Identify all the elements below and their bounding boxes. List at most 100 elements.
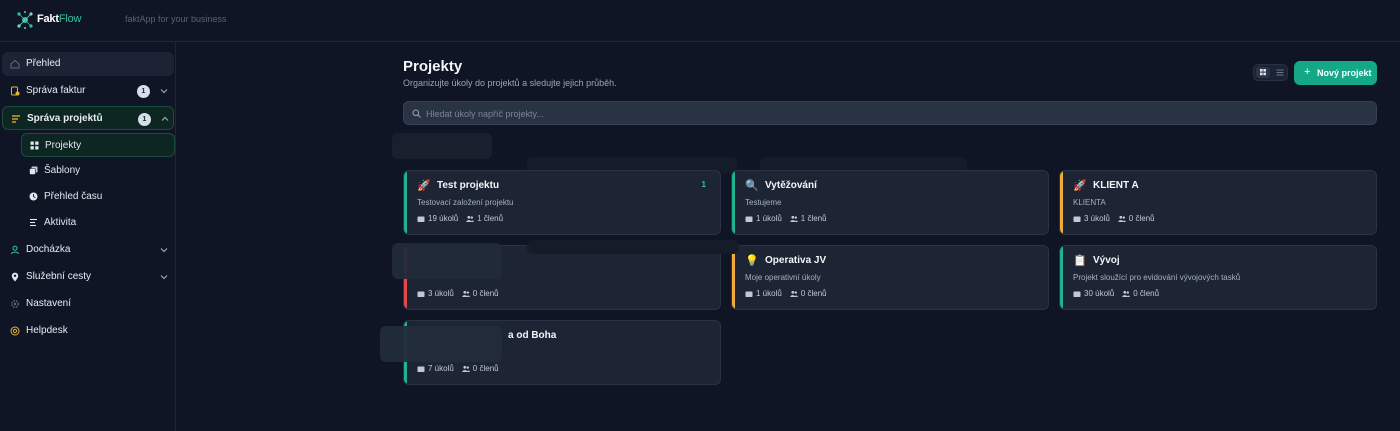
magnifier-icon: 🔍 <box>745 180 759 192</box>
count-badge: 1 <box>138 113 151 126</box>
users-icon <box>466 215 475 222</box>
users-icon <box>1122 290 1131 297</box>
page-title: Projekty <box>403 58 463 75</box>
brand-name[interactable]: FaktFlow <box>37 13 81 25</box>
card-accent-bar <box>1060 171 1063 234</box>
project-card-operativa-jv[interactable]: 💡 Operativa JV Moje operativní úkoly 1 ú… <box>731 245 1049 310</box>
project-name: Operativa JV <box>765 255 827 266</box>
project-card-vyvoj[interactable]: 📋 Vývoj Projekt sloužící pro evidování v… <box>1059 245 1377 310</box>
members-label: 0 členů <box>472 364 499 373</box>
sidebar: Přehled Správa faktur 1 Správa projektů … <box>0 42 176 431</box>
members-count: 0 členů <box>790 289 827 298</box>
sidebar-item-label: Správa faktur <box>26 85 86 96</box>
project-meta: 7 úkolů 0 členů <box>417 364 499 373</box>
sidebar-item-label: Správa projektů <box>27 113 103 124</box>
sidebar-item-sluzebni-cesty[interactable]: Služební cesty <box>2 265 174 289</box>
project-meta: 30 úkolů 0 členů <box>1073 289 1159 298</box>
project-meta: 3 úkolů 0 členů <box>417 289 499 298</box>
view-toggle <box>1253 64 1288 81</box>
chevron-down-icon[interactable] <box>160 246 168 254</box>
sidebar-subitem-projekty[interactable]: Projekty <box>21 133 175 157</box>
tasks-label: 19 úkolů <box>428 214 459 223</box>
tasks-count: 3 úkolů <box>417 289 454 298</box>
project-description: Projekt sloužící pro evidování vývojovýc… <box>1073 273 1241 282</box>
folder-icon <box>1073 291 1081 297</box>
home-icon <box>10 59 20 69</box>
project-name: a od Boha <box>508 330 557 341</box>
sidebar-subitem-label: Aktivita <box>44 217 77 228</box>
search-input[interactable] <box>426 106 1326 121</box>
sidebar-subitem-label: Šablony <box>44 165 81 176</box>
members-label: 1 členů <box>800 214 827 223</box>
sidebar-item-helpdesk[interactable]: Helpdesk <box>2 319 174 343</box>
tasks-label: 30 úkolů <box>1084 289 1115 298</box>
tasks-count: 1 úkolů <box>745 289 782 298</box>
members-label: 0 členů <box>1133 289 1160 298</box>
invoice-icon <box>11 86 20 96</box>
members-count: 1 členů <box>466 214 503 223</box>
sidebar-item-label: Docházka <box>26 244 71 255</box>
sidebar-item-sprava-projektu[interactable]: Správa projektů 1 <box>2 106 174 130</box>
rocket-icon: 🚀 <box>417 180 431 192</box>
sidebar-item-label: Nastavení <box>26 298 72 309</box>
sidebar-subitem-aktivita[interactable]: Aktivita <box>21 211 175 235</box>
redacted-area <box>380 326 502 362</box>
page-subtitle: Organizujte úkoly do projektů a sledujte… <box>403 78 617 88</box>
chevron-up-icon[interactable] <box>161 115 169 123</box>
project-card-klient-a[interactable]: 🚀 KLIENT A KLIENTA 3 úkolů 0 členů <box>1059 170 1377 235</box>
tasks-count: 19 úkolů <box>417 214 458 223</box>
project-description: Moje operativní úkoly <box>745 273 821 282</box>
folder-icon <box>745 216 753 222</box>
map-pin-icon <box>11 272 19 282</box>
project-card-vytezovani[interactable]: 🔍 Vytěžování Testujeme 1 úkolů 1 členů <box>731 170 1049 235</box>
faktflow-logo-icon <box>17 10 33 30</box>
card-accent-bar <box>404 171 407 234</box>
members-count: 0 členů <box>462 289 499 298</box>
new-project-label: Nový projekt <box>1317 68 1372 78</box>
folder-icon <box>1073 216 1081 222</box>
sidebar-item-nastaveni[interactable]: Nastavení <box>2 292 174 316</box>
sidebar-subitem-prehled-casu[interactable]: Přehled času <box>21 185 175 209</box>
tasks-count: 1 úkolů <box>745 214 782 223</box>
search-bar <box>403 101 1377 125</box>
brand-part-fakt: Fakt <box>37 13 59 25</box>
project-meta: 1 úkolů 0 členů <box>745 289 827 298</box>
sidebar-item-sprava-faktur[interactable]: Správa faktur 1 <box>2 79 174 103</box>
tasks-count: 3 úkolů <box>1073 214 1110 223</box>
templates-icon <box>29 166 38 175</box>
folder-icon <box>745 291 753 297</box>
members-label: 1 členů <box>477 214 504 223</box>
clock-icon <box>29 192 38 201</box>
tasks-label: 3 úkolů <box>1084 214 1110 223</box>
project-card-test-projektu[interactable]: 🚀 Test projektu 1 Testovací založení pro… <box>403 170 721 235</box>
chevron-down-icon[interactable] <box>160 273 168 281</box>
project-name: Vytěžování <box>765 180 817 191</box>
project-description: Testujeme <box>745 198 782 207</box>
grid-icon <box>1260 69 1266 76</box>
members-count: 0 členů <box>1122 289 1159 298</box>
tagline: faktApp for your business <box>125 14 227 24</box>
members-label: 0 členů <box>1128 214 1155 223</box>
sidebar-subitem-label: Přehled času <box>44 191 103 202</box>
project-description: KLIENTA <box>1073 198 1106 207</box>
card-accent-bar <box>732 246 735 309</box>
sidebar-item-prehled[interactable]: Přehled <box>2 52 174 76</box>
grid-view-button[interactable] <box>1256 67 1270 78</box>
users-icon <box>1118 215 1126 222</box>
sidebar-item-dochazka[interactable]: Docházka <box>2 238 174 262</box>
list-view-button[interactable] <box>1273 67 1287 78</box>
redacted-area <box>392 243 502 279</box>
members-count: 0 členů <box>1118 214 1155 223</box>
users-icon <box>462 290 470 297</box>
count-badge: 1 <box>137 85 150 98</box>
members-count: 1 členů <box>790 214 827 223</box>
clipboard-icon: 📋 <box>1073 255 1087 267</box>
chevron-down-icon[interactable] <box>160 87 168 95</box>
users-icon <box>462 365 470 372</box>
sidebar-subitem-sablony[interactable]: Šablony <box>21 159 175 183</box>
folder-icon <box>417 291 425 297</box>
gear-icon <box>11 300 19 308</box>
project-name: KLIENT A <box>1093 180 1139 191</box>
project-meta: 3 úkolů 0 členů <box>1073 214 1155 223</box>
new-project-button[interactable]: + Nový projekt <box>1294 61 1377 85</box>
